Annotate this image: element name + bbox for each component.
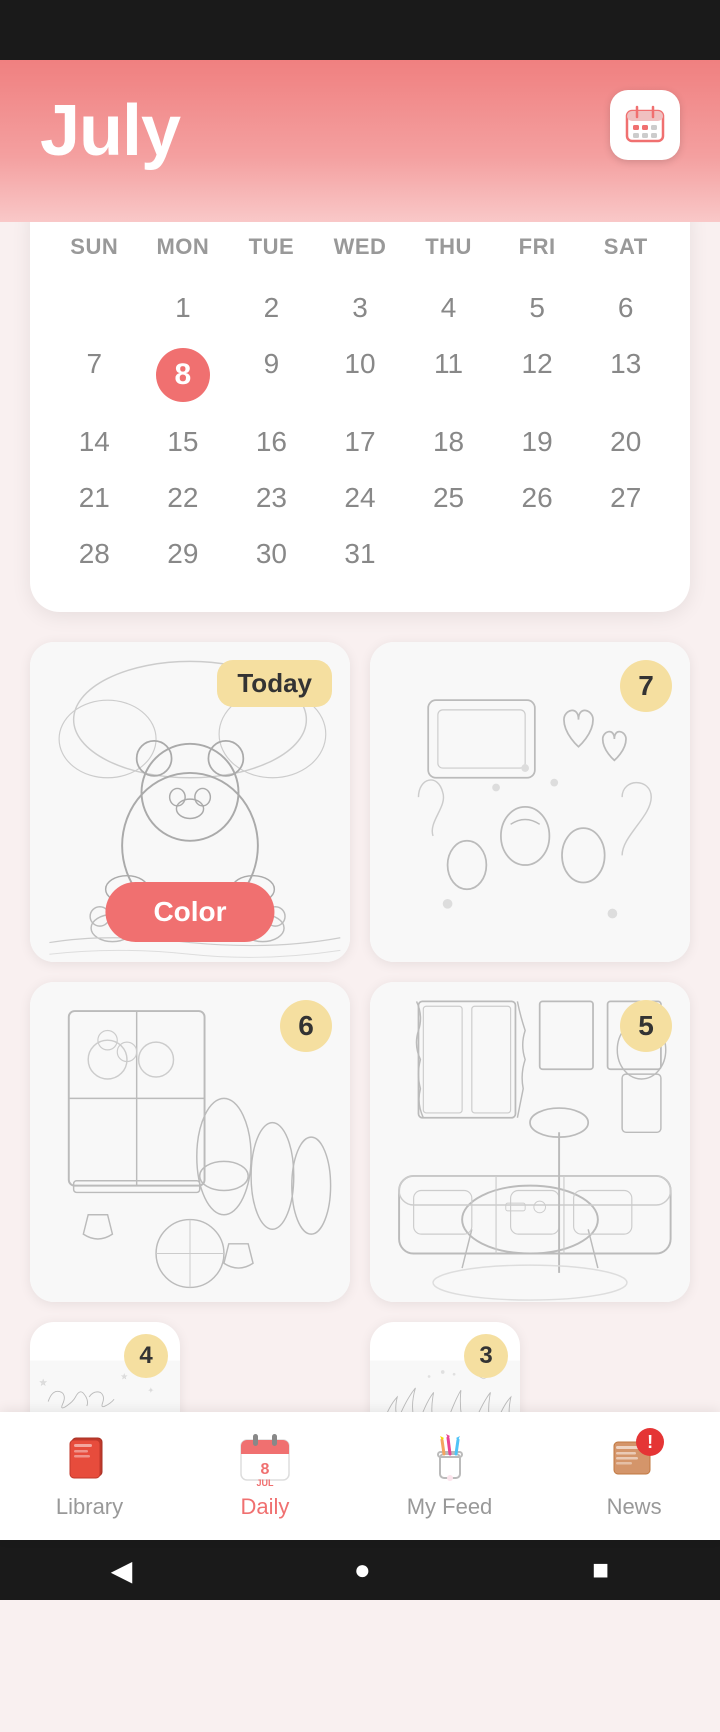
- cal-day-8-today[interactable]: 8: [139, 336, 228, 414]
- system-nav: ◀ ● ■: [0, 1540, 720, 1600]
- cal-day-21[interactable]: 21: [50, 470, 139, 526]
- cal-day-30[interactable]: 30: [227, 526, 316, 582]
- cal-day-16[interactable]: 16: [227, 414, 316, 470]
- app-header: July: [0, 60, 720, 222]
- calendar-icon-button[interactable]: [610, 90, 680, 160]
- cal-day-empty: [50, 280, 139, 336]
- back-button[interactable]: ◀: [111, 1554, 133, 1587]
- news-icon: !: [604, 1428, 664, 1488]
- today-badge: Today: [217, 660, 332, 707]
- day-6-badge: 6: [280, 1000, 332, 1052]
- cal-header-wed: WED: [316, 222, 405, 280]
- bottom-nav: Library 8 JUL Daily: [0, 1412, 720, 1540]
- nav-library[interactable]: Library: [56, 1428, 123, 1520]
- cal-day-empty2: [404, 526, 493, 582]
- svg-text:✦: ✦: [148, 1387, 153, 1394]
- cal-day-13[interactable]: 13: [581, 336, 670, 414]
- cal-header-sun: SUN: [50, 222, 139, 280]
- cal-day-10[interactable]: 10: [316, 336, 405, 414]
- daily-icon: 8 JUL: [235, 1428, 295, 1488]
- cal-day-6[interactable]: 6: [581, 280, 670, 336]
- cal-header-fri: FRI: [493, 222, 582, 280]
- nav-myfeed-label: My Feed: [407, 1494, 493, 1520]
- cal-day-31[interactable]: 31: [316, 526, 405, 582]
- svg-text:JUL: JUL: [256, 1478, 274, 1486]
- cal-header-sat: SAT: [581, 222, 670, 280]
- cal-header-tue: TUE: [227, 222, 316, 280]
- svg-text:★: ★: [121, 1372, 128, 1381]
- cal-day-28[interactable]: 28: [50, 526, 139, 582]
- cal-day-empty3: [493, 526, 582, 582]
- recent-button[interactable]: ■: [592, 1554, 609, 1586]
- cal-day-22[interactable]: 22: [139, 470, 228, 526]
- library-icon: [60, 1428, 120, 1488]
- month-title: July: [40, 91, 180, 171]
- home-button[interactable]: ●: [354, 1554, 371, 1586]
- nav-news[interactable]: ! News: [604, 1428, 664, 1520]
- coloring-grid: Today Color: [0, 642, 720, 1322]
- coloring-card-7[interactable]: 7: [370, 642, 690, 962]
- cal-day-20[interactable]: 20: [581, 414, 670, 470]
- cal-day-19[interactable]: 19: [493, 414, 582, 470]
- day-7-badge: 7: [620, 660, 672, 712]
- svg-text:8: 8: [260, 1461, 269, 1478]
- cal-day-4[interactable]: 4: [404, 280, 493, 336]
- cal-day-11[interactable]: 11: [404, 336, 493, 414]
- calendar-icon: [623, 103, 667, 147]
- cal-day-1[interactable]: 1: [139, 280, 228, 336]
- cal-day-3[interactable]: 3: [316, 280, 405, 336]
- cal-day-18[interactable]: 18: [404, 414, 493, 470]
- news-badge: !: [636, 1428, 664, 1456]
- cal-day-24[interactable]: 24: [316, 470, 405, 526]
- cal-day-12[interactable]: 12: [493, 336, 582, 414]
- cal-day-5[interactable]: 5: [493, 280, 582, 336]
- cal-day-27[interactable]: 27: [581, 470, 670, 526]
- cal-day-23[interactable]: 23: [227, 470, 316, 526]
- calendar-card: SUN MON TUE WED THU FRI SAT 1 2 3 4 5 6 …: [30, 192, 690, 612]
- cal-day-26[interactable]: 26: [493, 470, 582, 526]
- coloring-card-6[interactable]: 6: [30, 982, 350, 1302]
- myfeed-icon: [420, 1428, 480, 1488]
- cal-day-15[interactable]: 15: [139, 414, 228, 470]
- day-4-badge: 4: [124, 1334, 168, 1378]
- calendar-grid: SUN MON TUE WED THU FRI SAT 1 2 3 4 5 6 …: [50, 222, 670, 582]
- nav-news-label: News: [607, 1494, 662, 1520]
- cal-header-thu: THU: [404, 222, 493, 280]
- cal-day-14[interactable]: 14: [50, 414, 139, 470]
- cal-day-17[interactable]: 17: [316, 414, 405, 470]
- cal-header-mon: MON: [139, 222, 228, 280]
- cal-day-25[interactable]: 25: [404, 470, 493, 526]
- coloring-card-today[interactable]: Today Color: [30, 642, 350, 962]
- day-3-badge: 3: [464, 1334, 508, 1378]
- nav-myfeed[interactable]: My Feed: [407, 1428, 493, 1520]
- coloring-card-5[interactable]: 5: [370, 982, 690, 1302]
- svg-text:★: ★: [39, 1378, 47, 1388]
- nav-daily-label: Daily: [240, 1494, 289, 1520]
- nav-daily[interactable]: 8 JUL Daily: [235, 1428, 295, 1520]
- cal-day-7[interactable]: 7: [50, 336, 139, 414]
- cal-day-2[interactable]: 2: [227, 280, 316, 336]
- cal-day-29[interactable]: 29: [139, 526, 228, 582]
- day-5-badge: 5: [620, 1000, 672, 1052]
- cal-day-empty4: [581, 526, 670, 582]
- cal-day-9[interactable]: 9: [227, 336, 316, 414]
- color-button[interactable]: Color: [105, 882, 274, 942]
- nav-library-label: Library: [56, 1494, 123, 1520]
